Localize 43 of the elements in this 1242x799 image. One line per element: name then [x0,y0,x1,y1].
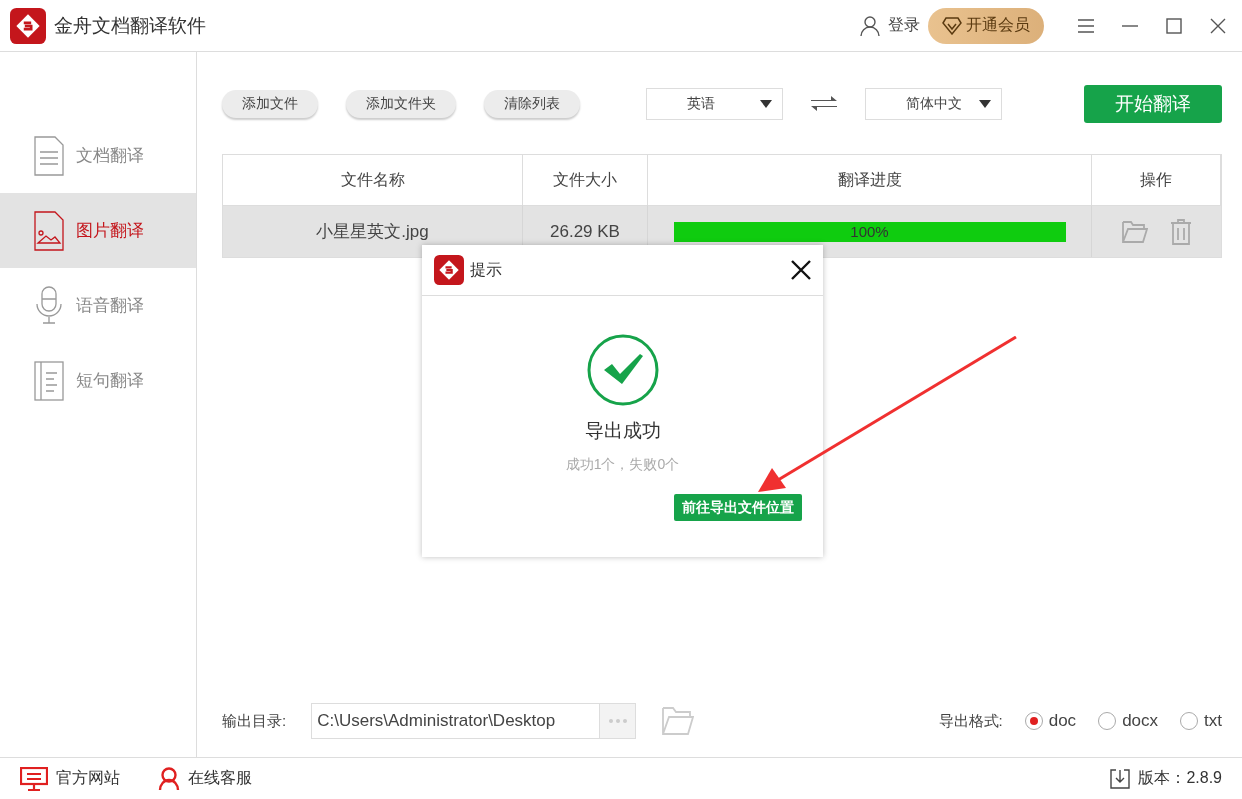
dialog-logo-icon [434,255,464,285]
notebook-icon [34,360,64,401]
version-text: 版本：2.8.9 [1138,768,1222,788]
dialog-heading: 导出成功 [584,419,661,443]
sidebar-item[interactable]: 图片翻译 [0,193,196,268]
dialog-title: 提示 [470,259,503,280]
format-radio[interactable]: txt [1180,711,1222,731]
caret-icon [979,99,991,108]
microphone-icon [34,285,64,326]
success-check-icon [586,334,659,406]
user-icon[interactable] [860,15,880,36]
image-icon [34,210,64,251]
login-link[interactable]: 登录 [888,15,920,36]
more-icon [608,719,627,723]
toolbar-button[interactable]: 清除列表 [484,89,580,118]
format-radio[interactable]: doc [1024,711,1077,731]
output-label: 输出目录: [222,711,287,731]
caret-icon [760,99,772,108]
diamond-icon [942,16,962,35]
progress-reading: 100% [849,221,890,242]
user-icon[interactable] [158,766,180,791]
monitor-icon[interactable] [20,766,48,791]
vip-button[interactable]: 开通会员 [928,7,1044,44]
app-logo-icon [10,7,46,44]
support-link[interactable]: 在线客服 [188,768,252,789]
download-icon[interactable] [1110,768,1131,789]
window-title: 金舟文档翻译软件 [54,13,207,38]
language-select[interactable]: 英语 [646,87,783,120]
format-label: 导出格式: [938,711,1003,731]
toolbar-button[interactable]: 添加文件 [222,89,318,118]
table-cell: 小星星英文.jpg [223,205,523,257]
language-select[interactable]: 简体中文 [865,87,1002,120]
sidebar-item[interactable]: 文档翻译 [0,118,196,193]
close-icon[interactable] [791,260,811,280]
document-icon [34,135,64,176]
output-path-field[interactable]: C:\Users\Administrator\Desktop [311,703,637,739]
swap-icon[interactable] [811,93,837,114]
dialog-summary: 成功1个，失败0个 [565,456,680,474]
sidebar-item[interactable]: 语音翻译 [0,268,196,343]
format-radio[interactable]: docx [1098,711,1159,731]
sidebar-item[interactable]: 短句翻译 [0,343,196,418]
toolbar-button[interactable]: 添加文件夹 [346,89,456,118]
website-link[interactable]: 官方网站 [56,768,120,789]
